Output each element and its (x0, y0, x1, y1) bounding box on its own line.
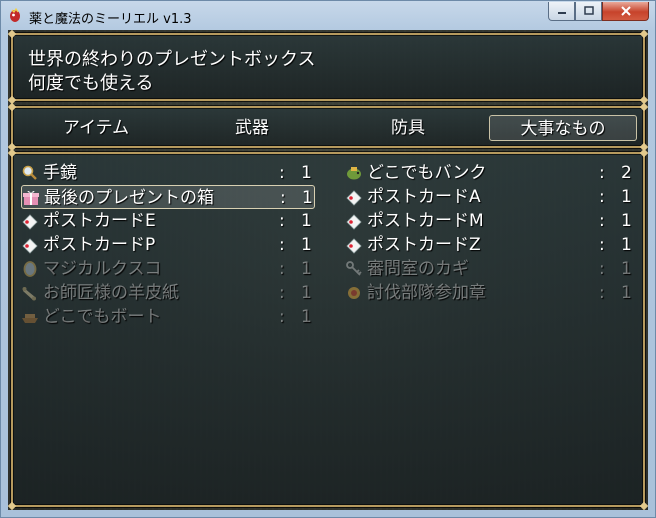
maximize-button[interactable] (575, 2, 602, 21)
item-name: どこでもバンク (367, 163, 487, 183)
item-quantity: 1 (301, 259, 312, 279)
item-name: ポストカードP (43, 235, 156, 255)
item-colon: : (279, 163, 285, 183)
item-quantity: 1 (301, 211, 312, 231)
item-name: 討伐部隊参加章 (367, 283, 486, 303)
item-colon: : (279, 307, 285, 327)
postcard-icon (22, 214, 38, 230)
item-colon: : (599, 235, 605, 255)
item-quantity: 1 (621, 259, 632, 279)
frame-corner-ornament (639, 501, 648, 510)
key-icon (346, 261, 362, 276)
scroll-icon (22, 287, 36, 301)
game-screen[interactable]: 世界の終わりのプレゼントボックス 何度でも使える アイテム 武器 防具 大事なも… (8, 30, 648, 510)
item-row-master-parchment[interactable]: お師匠様の羊皮紙 : 1 (21, 281, 315, 305)
boat-icon (22, 314, 38, 323)
close-icon (620, 6, 631, 16)
item-quantity: 1 (301, 307, 312, 327)
item-row-postcard-m[interactable]: ポストカードM : 1 (345, 209, 635, 233)
item-colon: : (279, 211, 285, 231)
frame-corner-ornament (639, 148, 648, 158)
item-quantity: 1 (621, 235, 632, 255)
item-row-postcard-a[interactable]: ポストカードA : 1 (345, 185, 635, 209)
postcard-icon (22, 238, 38, 254)
gift-box-icon (23, 190, 39, 205)
item-name: ポストカードM (367, 211, 484, 231)
app-window: 薬と魔法のミーリエル v1.3 世界の終わりのプレゼントボックス 何度でも使える (0, 0, 656, 518)
item-colon: : (599, 283, 605, 303)
category-tab-weapons[interactable]: 武器 (177, 115, 327, 141)
maximize-icon (583, 6, 594, 15)
frame-corner-ornament (8, 148, 17, 158)
item-name: 手鏡 (43, 163, 77, 183)
item-row-postcard-e[interactable]: ポストカードE : 1 (21, 209, 315, 233)
item-name: マジカルクスコ (43, 259, 162, 279)
frame-corner-ornament (639, 102, 648, 112)
minimize-button[interactable] (548, 2, 575, 21)
frame-corner-ornament (8, 30, 17, 39)
item-row-postcard-p[interactable]: ポストカードP : 1 (21, 233, 315, 257)
postcard-icon (346, 214, 362, 230)
help-window: 世界の終わりのプレゼントボックス 何度でも使える (8, 30, 648, 105)
help-description-line-1: 世界の終わりのプレゼントボックス (28, 49, 316, 70)
item-colon: : (279, 259, 285, 279)
item-quantity: 2 (621, 163, 632, 183)
item-name: ポストカードA (367, 187, 481, 207)
category-window: アイテム 武器 防具 大事なもの (8, 102, 648, 152)
frame-corner-ornament (8, 501, 17, 510)
item-quantity: 1 (301, 163, 312, 183)
item-list-window: 手鏡 : 1 最後のプレゼントの箱 : 1 ポストカードE : 1 ポストカード… (8, 148, 648, 510)
item-name: 審問室のカギ (367, 259, 469, 279)
medal-icon (348, 287, 360, 299)
item-quantity: 1 (621, 211, 632, 231)
postcard-icon (346, 190, 362, 206)
item-quantity: 1 (302, 188, 313, 208)
help-description-line-2: 何度でも使える (28, 73, 154, 94)
item-row-anywhere-bank[interactable]: どこでもバンク : 2 (345, 161, 635, 185)
item-row-interrogation-room-key[interactable]: 審問室のカギ : 1 (345, 257, 635, 281)
item-quantity: 1 (301, 283, 312, 303)
bank-icon (347, 167, 361, 180)
item-row-last-present-box[interactable]: 最後のプレゼントの箱 : 1 (21, 185, 315, 209)
item-name: どこでもボート (43, 307, 162, 327)
mirror-icon (23, 261, 37, 277)
item-row-postcard-z[interactable]: ポストカードZ : 1 (345, 233, 635, 257)
item-colon: : (280, 188, 286, 208)
minimize-icon (557, 12, 566, 14)
item-colon: : (599, 211, 605, 231)
magnifier-icon (22, 165, 37, 180)
item-colon: : (599, 163, 605, 183)
item-quantity: 1 (621, 187, 632, 207)
item-colon: : (279, 283, 285, 303)
category-tab-armor[interactable]: 防具 (333, 115, 483, 141)
item-quantity: 1 (301, 235, 312, 255)
window-title: 薬と魔法のミーリエル v1.3 (29, 12, 192, 27)
item-name: お師匠様の羊皮紙 (43, 283, 179, 303)
frame-corner-ornament (8, 102, 17, 112)
item-row-anywhere-boat[interactable]: どこでもボート : 1 (21, 305, 315, 329)
item-row-subjugation-badge[interactable]: 討伐部隊参加章 : 1 (345, 281, 635, 305)
item-colon: : (599, 259, 605, 279)
item-row-hand-mirror[interactable]: 手鏡 : 1 (21, 161, 315, 185)
item-colon: : (279, 235, 285, 255)
item-row-magical-cusco[interactable]: マジカルクスコ : 1 (21, 257, 315, 281)
item-name: ポストカードE (43, 211, 156, 231)
app-icon (10, 8, 20, 22)
title-bar[interactable]: 薬と魔法のミーリエル v1.3 (1, 1, 655, 31)
postcard-icon (346, 238, 362, 254)
category-tab-key-items[interactable]: 大事なもの (489, 115, 637, 141)
item-name: ポストカードZ (367, 235, 481, 255)
item-quantity: 1 (621, 283, 632, 303)
item-colon: : (599, 187, 605, 207)
category-tab-items[interactable]: アイテム (21, 115, 171, 141)
frame-corner-ornament (639, 30, 648, 39)
item-name: 最後のプレゼントの箱 (44, 188, 214, 208)
close-button[interactable] (602, 2, 649, 21)
